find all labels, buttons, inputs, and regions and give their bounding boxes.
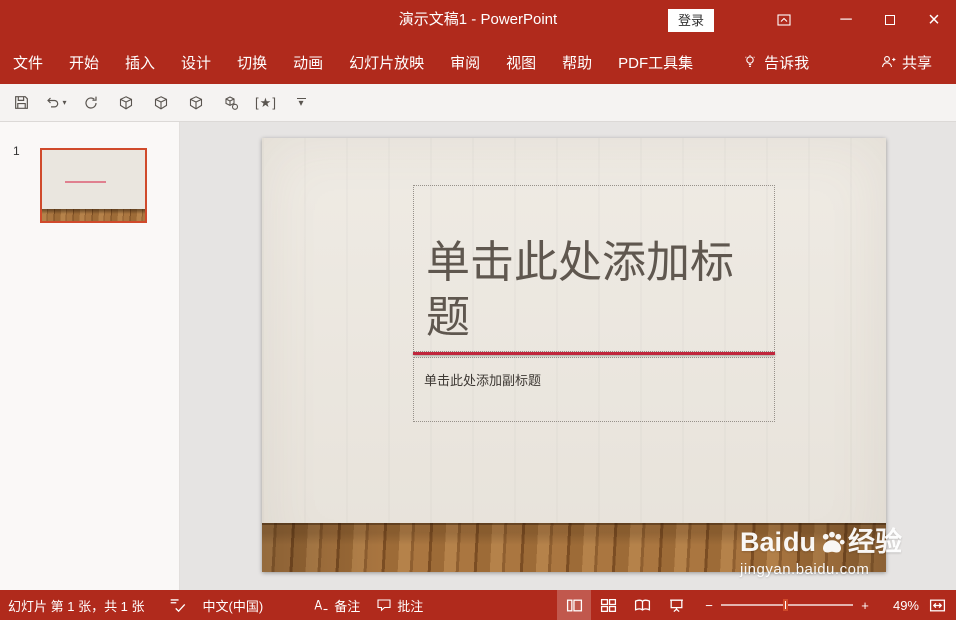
brand-mid: du <box>783 527 817 558</box>
slide-thumbnail[interactable] <box>40 148 147 223</box>
ribbon-tab-animations[interactable]: 动画 <box>280 40 336 84</box>
language-button[interactable]: 中文(中国) <box>203 596 264 615</box>
minimize-button[interactable]: ─ <box>824 0 868 40</box>
star-brackets-icon: [★] <box>255 94 277 110</box>
undo-icon <box>47 97 59 107</box>
fit-slide-to-window-button[interactable] <box>929 598 946 613</box>
ribbon-tab-transitions[interactable]: 切换 <box>224 40 280 84</box>
baidu-watermark-brand: Bai du 经验 <box>740 527 903 558</box>
minimize-icon: ─ <box>840 11 852 28</box>
maximize-button[interactable] <box>868 0 912 40</box>
slideshow-view-button[interactable] <box>659 590 693 620</box>
quick-access-toolbar: ▾ [★] ▾ <box>0 84 956 122</box>
titlebar: 演示文稿1 - PowerPoint 登录 ─ × <box>0 0 956 40</box>
ribbon-display-options-icon <box>777 14 791 26</box>
redo-button[interactable] <box>76 89 106 117</box>
thumbnail-divider-line <box>64 181 106 184</box>
close-button[interactable]: × <box>912 0 956 40</box>
favorites-button[interactable]: [★] <box>251 89 281 117</box>
spell-check-button[interactable] <box>169 597 187 613</box>
zoom-slider-thumb[interactable] <box>783 599 789 611</box>
share-button[interactable]: 共享 <box>870 40 942 84</box>
cube-settings-icon <box>225 95 239 110</box>
share-person-icon <box>881 56 896 68</box>
addin-cube-button-1[interactable] <box>111 89 141 117</box>
comments-label: 批注 <box>397 598 424 614</box>
ribbon-tab-slideshow[interactable]: 幻灯片放映 <box>336 40 437 84</box>
zoom-slider[interactable] <box>721 590 853 620</box>
slide-counter[interactable]: 幻灯片 第 1 张，共 1 张 <box>8 596 145 615</box>
language-label: 中文(中国) <box>202 598 264 614</box>
subtitle-placeholder[interactable]: 单击此处添加副标题 <box>413 357 775 422</box>
ribbon-tab-home[interactable]: 开始 <box>56 40 112 84</box>
normal-view-button[interactable] <box>557 590 591 620</box>
customize-toolbar-icon: ▾ <box>296 98 306 109</box>
customize-qat-button[interactable]: ▾ <box>286 89 316 117</box>
slide-thumbnail-panel: 1 <box>0 122 180 590</box>
ribbon-tab-view[interactable]: 视图 <box>493 40 549 84</box>
normal-view-icon <box>566 599 582 611</box>
zoom-in-button[interactable]: + <box>857 598 873 613</box>
slide-sorter-icon <box>600 598 616 612</box>
undo-dropdown-arrow-icon: ▾ <box>62 98 67 107</box>
thumbnail-wood-floor <box>42 209 145 221</box>
slide-sorter-view-button[interactable] <box>591 590 625 620</box>
subtitle-placeholder-text: 单击此处添加副标题 <box>424 373 542 388</box>
title-placeholder-text: 单击此处添加标题 <box>426 238 734 342</box>
reading-view-icon <box>634 599 650 611</box>
fit-to-window-icon <box>929 599 946 611</box>
cube-icon <box>189 95 203 109</box>
comment-bubble-icon <box>377 599 391 612</box>
baidu-watermark: Bai du 经验 jingyan.baidu.com <box>740 527 903 578</box>
maximize-icon <box>885 15 895 25</box>
reading-view-button[interactable] <box>625 590 659 620</box>
comments-button[interactable]: 批注 <box>376 596 423 615</box>
brand-prefix: Bai <box>740 527 783 558</box>
addin-cube-button-2[interactable] <box>146 89 176 117</box>
ribbon-tab-help[interactable]: 帮助 <box>549 40 605 84</box>
cube-icon <box>119 95 133 109</box>
tell-me-button[interactable]: 告诉我 <box>732 40 819 84</box>
spell-check-icon <box>170 599 185 613</box>
zoom-percentage[interactable]: 49% <box>877 598 919 613</box>
zoom-out-button[interactable]: − <box>701 598 717 613</box>
thumbnail-slide-number: 1 <box>13 144 20 158</box>
save-icon <box>14 96 28 109</box>
ribbon-tab-insert[interactable]: 插入 <box>112 40 168 84</box>
ribbon-tab-pdf-tools[interactable]: PDF工具集 <box>605 40 706 84</box>
slideshow-icon <box>669 599 683 612</box>
save-button[interactable] <box>6 89 36 117</box>
title-placeholder[interactable]: 单击此处添加标题 <box>413 185 775 352</box>
powerpoint-window: 演示文稿1 - PowerPoint 登录 ─ × 文件 开始 插入 设计 切换… <box>0 0 956 620</box>
slide: 单击此处添加标题 单击此处添加副标题 <box>262 138 886 572</box>
addin-cube-button-3[interactable] <box>181 89 211 117</box>
undo-button[interactable]: ▾ <box>41 89 71 117</box>
cube-icon <box>154 95 168 109</box>
notes-icon <box>314 599 328 611</box>
view-switcher <box>557 590 693 620</box>
notes-button[interactable]: 备注 <box>313 596 360 615</box>
ribbon-tab-bar: 文件 开始 插入 设计 切换 动画 幻灯片放映 审阅 视图 帮助 PDF工具集 … <box>0 40 956 84</box>
ribbon-tab-file[interactable]: 文件 <box>0 40 56 84</box>
ribbon-tab-design[interactable]: 设计 <box>168 40 224 84</box>
close-icon: × <box>928 9 940 31</box>
tell-me-label: 告诉我 <box>764 54 810 72</box>
share-label: 共享 <box>901 54 932 72</box>
theme-divider-line <box>413 352 775 355</box>
ribbon-tab-review[interactable]: 审阅 <box>437 40 493 84</box>
redo-icon <box>85 96 97 109</box>
baidu-watermark-url: jingyan.baidu.com <box>740 561 870 578</box>
baidu-paw-icon <box>822 531 845 553</box>
window-controls: ─ × <box>762 0 956 40</box>
brand-suffix: 经验 <box>848 527 903 558</box>
addin-cube-settings-button[interactable] <box>216 89 246 117</box>
slide-editing-canvas: 单击此处添加标题 单击此处添加副标题 <box>180 122 956 590</box>
login-button[interactable]: 登录 <box>668 9 714 32</box>
statusbar: 幻灯片 第 1 张，共 1 张 中文(中国) 备注 批注 − + 49% <box>0 590 956 620</box>
lightbulb-icon <box>745 55 755 67</box>
notes-label: 备注 <box>334 598 361 614</box>
ribbon-display-options-button[interactable] <box>762 0 806 40</box>
